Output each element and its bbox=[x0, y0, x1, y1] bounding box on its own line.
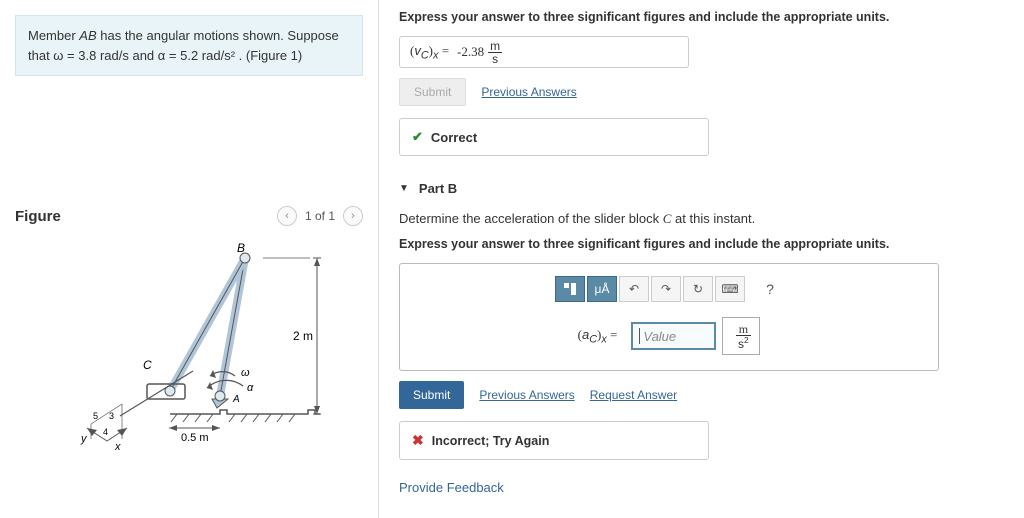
svg-text:α: α bbox=[247, 382, 254, 394]
part-a-value: -2.38 bbox=[457, 44, 484, 60]
part-b-submit-button[interactable]: Submit bbox=[399, 381, 464, 409]
omega-val: ω = 3.8 rad/s bbox=[53, 48, 129, 63]
alpha-val: α = 5.2 rad/s² bbox=[158, 48, 235, 63]
svg-text:3: 3 bbox=[109, 411, 114, 421]
part-b-expr-label: (aC)x = bbox=[578, 327, 618, 346]
part-b-unit-box[interactable]: ms2 bbox=[722, 317, 760, 355]
collapse-icon: ▼ bbox=[399, 183, 409, 194]
toolbar-keyboard-button[interactable]: ⌨ bbox=[715, 276, 745, 302]
figure-next-button[interactable]: › bbox=[343, 206, 363, 226]
svg-text:C: C bbox=[143, 358, 152, 372]
toolbar-units-button[interactable]: μÅ bbox=[587, 276, 617, 302]
part-a-feedback-correct: ✔ Correct bbox=[399, 118, 709, 156]
provide-feedback-link[interactable]: Provide Feedback bbox=[399, 480, 1004, 495]
svg-text:A: A bbox=[232, 394, 240, 405]
x-icon: ✖ bbox=[412, 432, 424, 449]
svg-text:2 m: 2 m bbox=[293, 329, 313, 343]
svg-text:4: 4 bbox=[103, 427, 108, 437]
svg-text:B: B bbox=[237, 241, 245, 255]
part-b-feedback-incorrect: ✖ Incorrect; Try Again bbox=[399, 421, 709, 460]
part-b-request-answer-link[interactable]: Request Answer bbox=[590, 388, 677, 402]
svg-text:y: y bbox=[80, 433, 88, 445]
part-a-submit-button: Submit bbox=[399, 78, 466, 106]
part-a-instruction: Express your answer to three significant… bbox=[399, 10, 1004, 24]
part-b-previous-answers-link[interactable]: Previous Answers bbox=[479, 388, 574, 402]
part-b-value-input[interactable]: Value bbox=[631, 322, 716, 350]
part-a-answer-display: (vC)x = -2.38 ms bbox=[399, 36, 689, 68]
toolbar-reset-button[interactable]: ↻ bbox=[683, 276, 713, 302]
figure-nav-counter: 1 of 1 bbox=[305, 209, 335, 223]
check-icon: ✔ bbox=[412, 129, 423, 145]
svg-text:x: x bbox=[114, 441, 121, 453]
part-a-expr-label: (vC)x = bbox=[410, 43, 449, 62]
toolbar-undo-button[interactable]: ↶ bbox=[619, 276, 649, 302]
svg-text:ω: ω bbox=[241, 367, 250, 379]
equation-toolbar: μÅ ↶ ↷ ↻ ⌨ ? bbox=[420, 276, 918, 302]
part-b-instruction: Express your answer to three significant… bbox=[399, 237, 1004, 251]
part-b-header[interactable]: ▼ Part B bbox=[399, 181, 1004, 196]
toolbar-redo-button[interactable]: ↷ bbox=[651, 276, 681, 302]
svg-text:5: 5 bbox=[93, 411, 98, 421]
toolbar-help-button[interactable]: ? bbox=[757, 276, 783, 302]
svg-text:0.5 m: 0.5 m bbox=[181, 432, 209, 444]
figure-diagram: C B A ω α 2 m 0.5 m y x bbox=[15, 236, 363, 469]
problem-statement: Member AB has the angular motions shown.… bbox=[15, 15, 363, 76]
part-b-input-area: μÅ ↶ ↷ ↻ ⌨ ? (aC)x = Value ms2 bbox=[399, 263, 939, 371]
part-b-question: Determine the acceleration of the slider… bbox=[399, 211, 1004, 227]
toolbar-templates-button[interactable] bbox=[555, 276, 585, 302]
var-ab: AB bbox=[79, 28, 96, 43]
figure-title: Figure bbox=[15, 208, 61, 225]
figure-prev-button[interactable]: ‹ bbox=[277, 206, 297, 226]
part-a-previous-answers-link[interactable]: Previous Answers bbox=[481, 85, 576, 99]
